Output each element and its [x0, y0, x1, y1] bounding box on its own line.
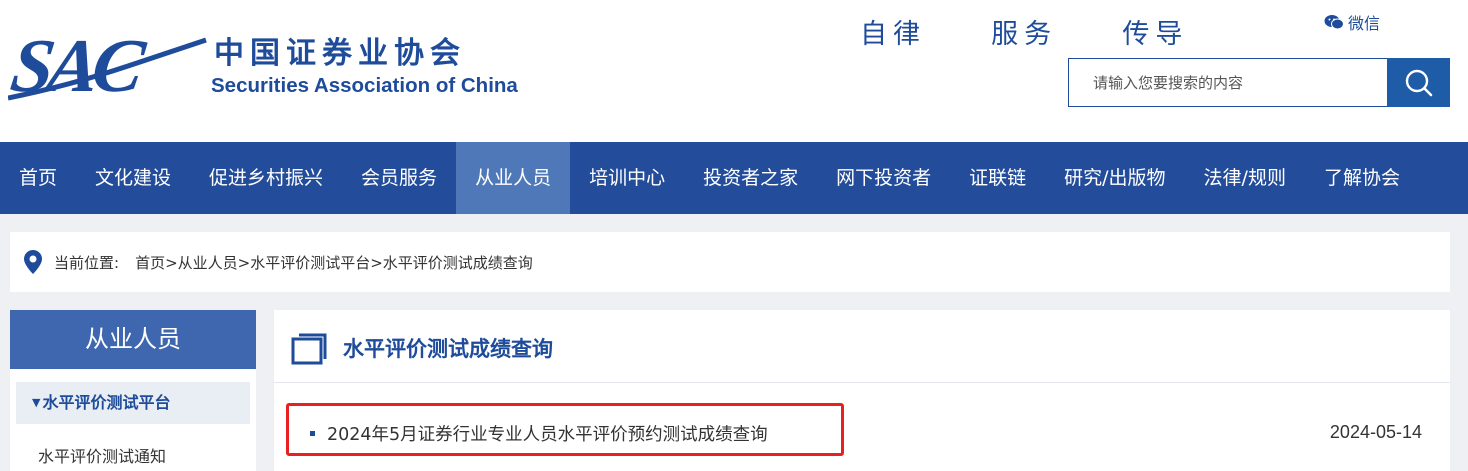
wechat-icon: [1324, 15, 1344, 30]
nav-item-research[interactable]: 研究/出版物: [1045, 142, 1184, 214]
search-input[interactable]: [1068, 58, 1388, 107]
sidebar-item-test-notice[interactable]: 水平评价测试通知: [38, 443, 166, 467]
logo-mark[interactable]: SAC: [6, 24, 143, 108]
nav-item-chain[interactable]: 证联链: [950, 142, 1045, 214]
nav-item-law[interactable]: 法律/规则: [1185, 142, 1305, 214]
search-button[interactable]: [1387, 58, 1450, 107]
site-header: SAC 中国证券业协会 Securities Association of Ch…: [0, 0, 1468, 142]
sidebar-item-evaluation-platform[interactable]: ▼ 水平评价测试平台: [16, 382, 250, 424]
panel-header: 水平评价测试成绩查询: [274, 310, 1450, 383]
sidebar-item-label: 水平评价测试平台: [42, 393, 171, 412]
nav-item-offline-investors[interactable]: 网下投资者: [817, 142, 950, 214]
bullet-icon: [310, 431, 315, 436]
caret-down-icon: ▼: [32, 396, 41, 409]
list-item[interactable]: 2024年5月证券行业专业人员水平评价预约测试成绩查询: [310, 421, 768, 446]
list-item-title[interactable]: 2024年5月证券行业专业人员水平评价预约测试成绩查询: [327, 421, 768, 446]
breadcrumb-label: 当前位置:: [54, 253, 120, 272]
sidebar-title: 从业人员: [10, 310, 256, 369]
nav-item-investors-home[interactable]: 投资者之家: [684, 142, 817, 214]
panel-title-icon: [291, 333, 327, 365]
list-item-date: 2024-05-14: [1329, 422, 1422, 442]
nav-item-home[interactable]: 首页: [0, 142, 76, 214]
page-title: 水平评价测试成绩查询: [343, 337, 553, 361]
wechat-link[interactable]: 微信: [1324, 10, 1380, 34]
breadcrumb: 当前位置: 首页>从业人员>水平评价测试平台>水平评价测试成绩查询: [10, 232, 1450, 292]
site-slogan: 自律 服务 传导: [860, 19, 1189, 50]
breadcrumb-path[interactable]: 首页>从业人员>水平评价测试平台>水平评价测试成绩查询: [135, 252, 533, 273]
main-panel: 水平评价测试成绩查询 2024年5月证券行业专业人员水平评价预约测试成绩查询 2…: [274, 310, 1450, 471]
logo-chinese-name: 中国证券业协会: [214, 36, 466, 71]
nav-item-culture[interactable]: 文化建设: [76, 142, 190, 214]
nav-item-rural[interactable]: 促进乡村振兴: [190, 142, 342, 214]
wechat-label: 微信: [1348, 16, 1381, 33]
location-pin-icon: [24, 250, 42, 274]
sidebar: ▼ 水平评价测试平台 水平评价测试通知: [10, 369, 256, 471]
logo-english-name: Securities Association of China: [211, 74, 518, 97]
search-icon: [1405, 69, 1432, 96]
nav-item-training[interactable]: 培训中心: [570, 142, 684, 214]
nav-item-member-services[interactable]: 会员服务: [342, 142, 456, 214]
nav-item-practitioners[interactable]: 从业人员: [456, 142, 571, 214]
main-nav: 首页 文化建设 促进乡村振兴 会员服务 从业人员 培训中心 投资者之家 网下投资…: [0, 142, 1468, 214]
nav-item-about[interactable]: 了解协会: [1305, 142, 1419, 214]
